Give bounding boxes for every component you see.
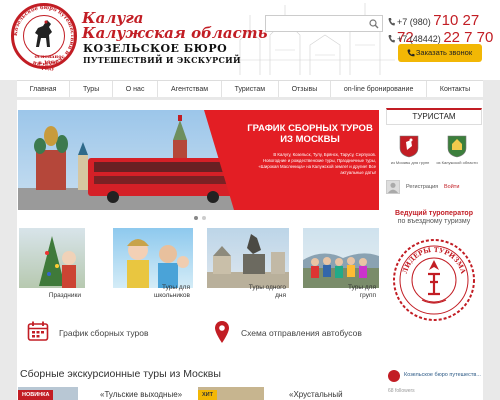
main-content: ГРАФИК СБОРНЫХ ТУРОВ ИЗ МОСКВЫ В Калугу,…: [17, 100, 483, 400]
tour-card[interactable]: ХИТ «Хрустальный: [198, 387, 378, 400]
register-link[interactable]: Регистрация: [406, 184, 438, 190]
phone-1-prefix: +7 (980): [397, 17, 431, 27]
slider-title: ГРАФИК СБОРНЫХ ТУРОВ ИЗ МОСКВЫ: [247, 123, 373, 145]
schedule-link-label: График сборных туров: [59, 328, 149, 338]
tour-card[interactable]: НОВИНКА «Тульские выходные»: [18, 387, 188, 400]
monument-photo: [207, 234, 289, 288]
tourists-header[interactable]: ТУРИСТАМ: [386, 108, 482, 125]
tile-holidays-label: Праздники: [48, 292, 81, 299]
from-moscow-label: из Москвы для групп: [390, 160, 430, 165]
tile-holidays-image: [19, 228, 85, 288]
nav-item-online-booking[interactable]: on-line бронирование: [331, 81, 428, 97]
login-link[interactable]: Войти: [444, 184, 459, 190]
phone-icon: [388, 18, 395, 26]
tile-school[interactable]: Туры для школьников: [113, 228, 193, 300]
nav-item-home[interactable]: Главная: [17, 81, 71, 97]
from-moscow-link[interactable]: из Москвы для групп: [390, 134, 430, 174]
search-icon[interactable]: [369, 19, 379, 29]
user-avatar: [386, 180, 400, 194]
tile-groups-image: [303, 228, 379, 288]
tour-card-title: «Хрустальный: [289, 390, 343, 399]
vk-avatar: [388, 370, 400, 382]
search-box[interactable]: [265, 15, 383, 32]
leading-operator-line1: Ведущий туроператор: [395, 210, 473, 217]
callback-button[interactable]: Заказать звонок: [398, 44, 482, 62]
vk-group-name[interactable]: Козельское бюро путешеств...: [404, 372, 481, 378]
slider-dot[interactable]: [202, 216, 206, 220]
section-title: Сборные экскурсионные туры из Москвы: [20, 368, 221, 380]
vk-followers: 68 followers: [388, 388, 415, 394]
group-photo: [303, 253, 379, 288]
site-header: Козельское бюро путешествий и экскурсий …: [0, 0, 500, 80]
map-pin-icon: [215, 321, 229, 343]
logo[interactable]: Козельское бюро путешествий и экскурсий …: [11, 3, 77, 72]
tile-groups-label: Туры для групп: [348, 284, 376, 299]
bus-scheme-link-label: Схема отправления автобусов: [241, 328, 362, 338]
school-photo: [127, 239, 189, 288]
site-title-bureau-sub: ПУТЕШЕСТВИЙ И ЭКСКУРСИЙ: [83, 55, 241, 65]
tile-one-day-label: Туры одного дня: [248, 284, 286, 299]
handset-icon: [407, 49, 415, 57]
logo-year: основано в 1964 году: [34, 54, 62, 72]
from-kaluga-link[interactable]: из Калужской области: [436, 134, 478, 174]
site-title-bureau: КОЗЕЛЬСКОЕ БЮРО: [83, 42, 228, 55]
from-kaluga-label: из Калужской области: [436, 160, 478, 165]
user-icon: [387, 182, 399, 193]
phone-icon: [388, 35, 395, 43]
tile-one-day[interactable]: Туры одного дня: [207, 228, 289, 300]
site-title-region: Калужская область: [82, 24, 268, 42]
tile-school-label: Туры для школьников: [154, 284, 190, 299]
main-nav: Главная Туры О нас Агентствам Туристам О…: [17, 80, 483, 99]
tile-groups[interactable]: Туры для групп: [303, 228, 379, 300]
leading-operator-title: Ведущий туроператор по въездному туризму: [386, 210, 482, 226]
kaluga-coat-of-arms-icon: [447, 135, 467, 158]
tile-school-image: [113, 228, 193, 288]
slider-dots: [194, 215, 210, 222]
tour-cards: НОВИНКА «Тульские выходные» ХИТ «Хрустал…: [18, 387, 378, 400]
callback-label: Заказать звонок: [415, 48, 473, 57]
hit-badge: ХИТ: [198, 390, 217, 400]
slider-dot[interactable]: [194, 216, 198, 220]
leading-operator-line2: по въездному туризму: [397, 218, 471, 225]
nav-item-contacts[interactable]: Контакты: [427, 81, 483, 97]
leaders-seal-badge[interactable]: ЛИДЕРЫ ТУРИЗМА: [392, 230, 476, 330]
tile-holidays[interactable]: Праздники: [19, 228, 85, 300]
nav-item-about[interactable]: О нас: [113, 81, 159, 97]
holidays-photo: [39, 236, 76, 288]
nav-item-reviews[interactable]: Отзывы: [279, 81, 332, 97]
nav-item-tours[interactable]: Туры: [70, 81, 114, 97]
slider-text: В Калугу, Козельск, Тулу, Брянск, Тарусу…: [258, 152, 376, 175]
nav-item-agencies[interactable]: Агентствам: [158, 81, 222, 97]
search-input[interactable]: [266, 16, 366, 31]
moscow-coat-of-arms-icon: [399, 135, 419, 158]
login-block: Регистрация Войти: [386, 180, 482, 196]
nav-item-tourists[interactable]: Туристам: [222, 81, 279, 97]
phone-2-prefix: +7 (48442): [397, 34, 441, 44]
site-title-city: Калуга: [82, 9, 144, 27]
new-badge: НОВИНКА: [18, 390, 54, 400]
calendar-icon: [27, 321, 49, 341]
tour-card-title: «Тульские выходные»: [100, 390, 183, 399]
tile-one-day-image: [207, 228, 289, 288]
promo-slider[interactable]: ГРАФИК СБОРНЫХ ТУРОВ ИЗ МОСКВЫ В Калугу,…: [18, 110, 379, 210]
